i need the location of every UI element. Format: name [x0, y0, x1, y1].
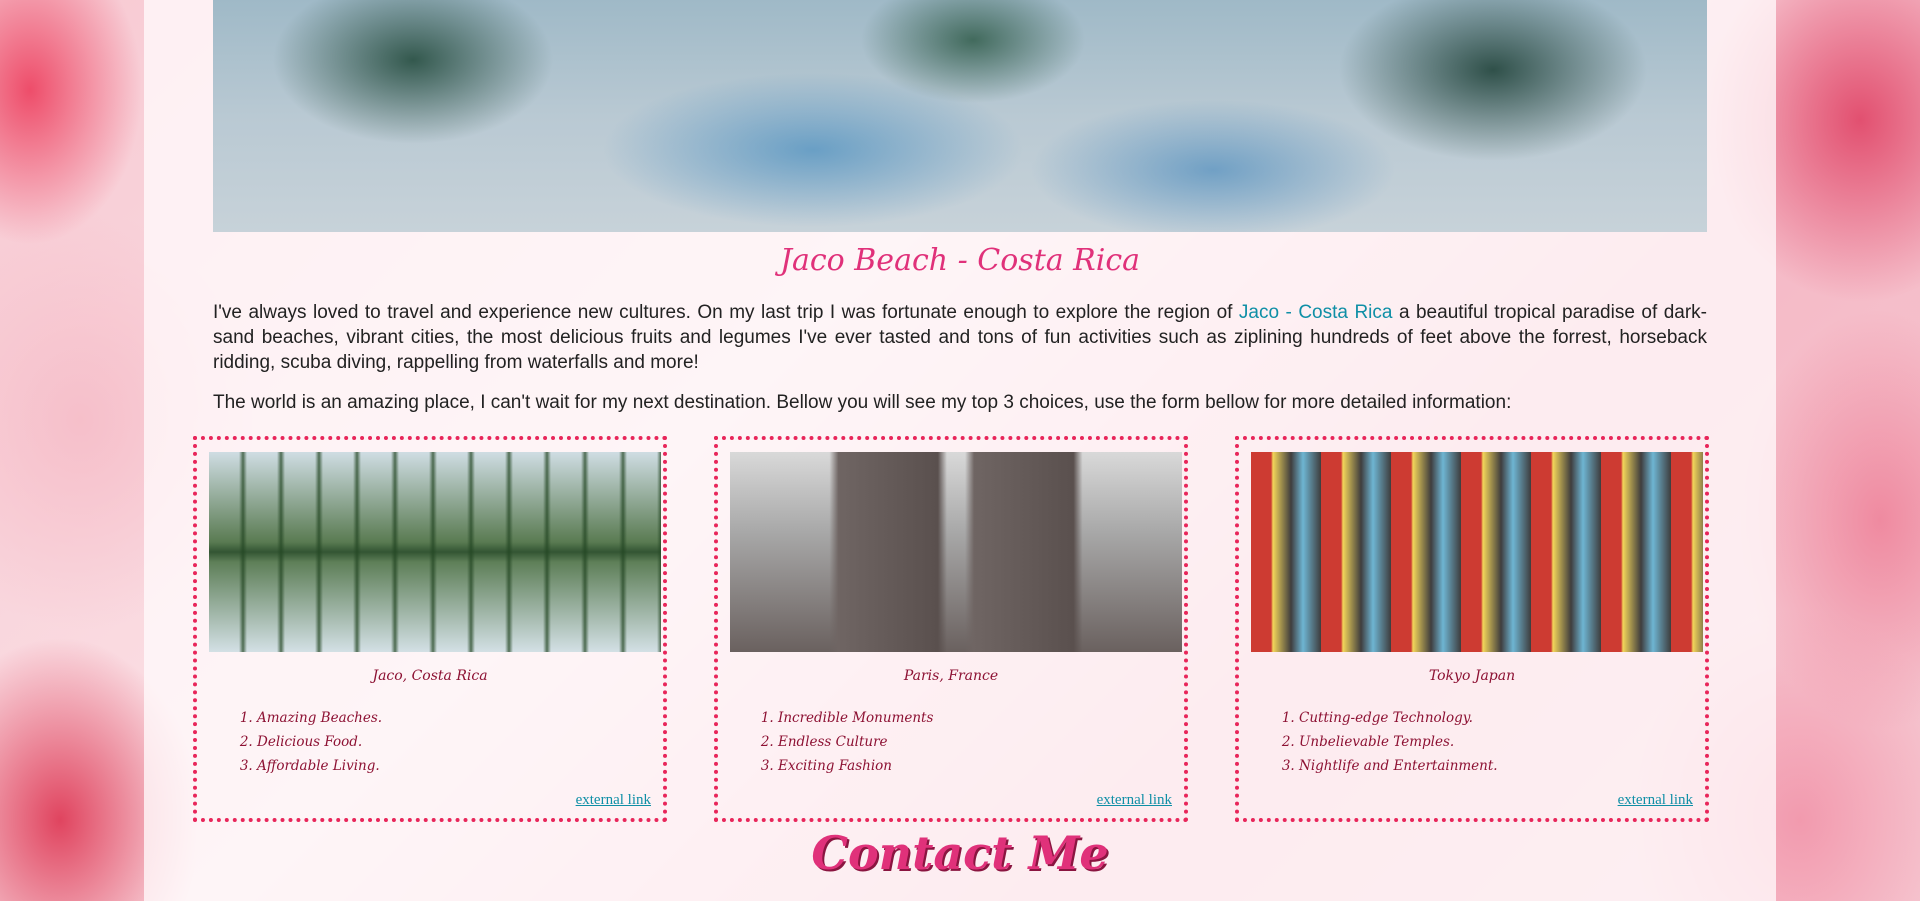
list-item: Endless Culture — [778, 730, 933, 754]
list-item: Unbelievable Temples. — [1299, 730, 1498, 754]
destination-image — [1251, 452, 1703, 652]
list-item: Delicious Food. — [257, 730, 382, 754]
list-item: Nightlife and Entertainment. — [1299, 754, 1498, 778]
list-item: Amazing Beaches. — [257, 706, 382, 730]
destination-image — [730, 452, 1182, 652]
intro-text-start: I've always loved to travel and experien… — [213, 302, 1239, 323]
intro-paragraph: I've always loved to travel and experien… — [213, 300, 1707, 375]
page-title: Jaco Beach - Costa Rica — [779, 243, 1141, 278]
list-item: Exciting Fashion — [778, 754, 933, 778]
hero-banner-image — [213, 0, 1707, 232]
list-item: Incredible Monuments — [778, 706, 933, 730]
intro-paragraph-2: The world is an amazing place, I can't w… — [213, 392, 1512, 413]
jaco-costa-rica-link[interactable]: Jaco - Costa Rica — [1239, 302, 1393, 323]
external-link[interactable]: external link — [1618, 792, 1693, 809]
list-item: Cutting-edge Technology. — [1299, 706, 1498, 730]
destination-card-paris: Paris, France Incredible Monuments Endle… — [714, 436, 1188, 822]
external-link[interactable]: external link — [1097, 792, 1172, 809]
destination-city: Jaco, Costa Rica — [372, 668, 488, 684]
destination-card-tokyo: Tokyo Japan Cutting-edge Technology. Unb… — [1235, 436, 1709, 822]
destination-card-jaco: Jaco, Costa Rica Amazing Beaches. Delici… — [193, 436, 667, 822]
destination-city: Paris, France — [903, 668, 999, 684]
destination-city: Tokyo Japan — [1428, 668, 1516, 684]
destination-image — [209, 452, 661, 652]
external-link[interactable]: external link — [576, 792, 651, 809]
destination-highlights: Cutting-edge Technology. Unbelievable Te… — [1281, 706, 1498, 778]
destination-highlights: Amazing Beaches. Delicious Food. Afforda… — [239, 706, 382, 778]
contact-heading: Contact Me — [811, 826, 1109, 880]
destination-highlights: Incredible Monuments Endless Culture Exc… — [760, 706, 933, 778]
list-item: Affordable Living. — [257, 754, 382, 778]
